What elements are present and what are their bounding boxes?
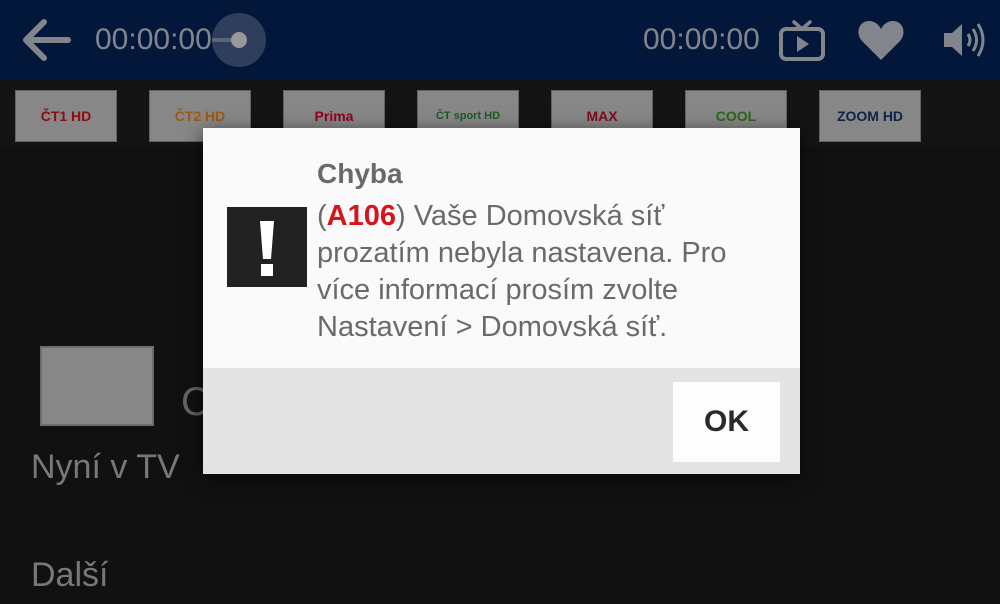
dialog-message: (A106) Vaše Domovská síť prozatím nebyla… — [317, 198, 777, 346]
error-code: A106 — [326, 200, 396, 232]
message-prefix: ( — [317, 200, 327, 232]
ok-button[interactable]: OK — [673, 382, 780, 462]
dialog-title: Chyba — [317, 158, 403, 189]
exclamation-icon — [227, 207, 307, 287]
dialog-footer: OK — [203, 368, 800, 474]
dialog-body: Chyba (A106) Vaše Domovská síť prozatím … — [203, 128, 800, 368]
error-dialog: Chyba (A106) Vaše Domovská síť prozatím … — [203, 128, 800, 474]
